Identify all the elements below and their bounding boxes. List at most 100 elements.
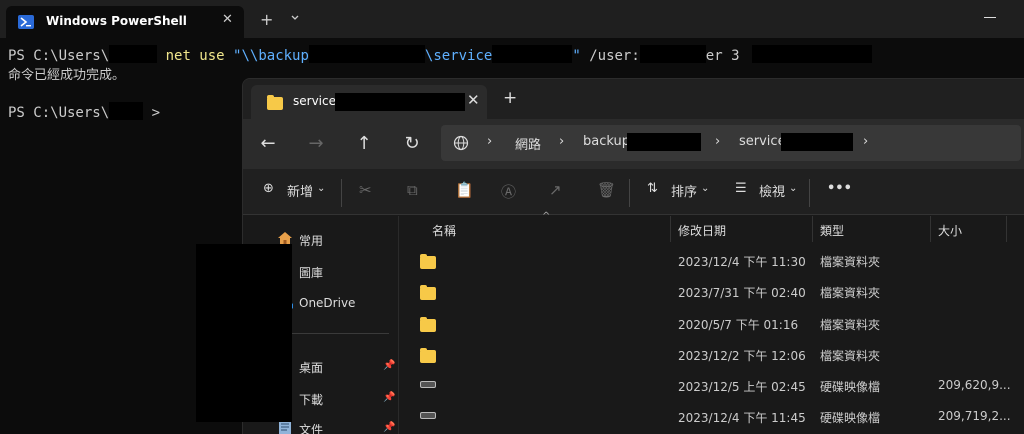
chevron-down-icon[interactable] [290,13,300,23]
pin-icon[interactable]: 📌 [383,392,395,403]
sidebar-label: 下載 [299,393,324,407]
path-string: " [572,48,581,64]
command-bar: ⊕ 新增 ⌄ ✂ ⧉ 📋 Ⓐ ↗ 🗑 ⇅ 排序 ⌄ ☰ 檢視 ⌄ ••• [243,169,1024,215]
redacted [627,133,701,151]
new-tab-button[interactable]: + [260,10,273,29]
view-icon[interactable]: ☰ [735,181,747,196]
redacted [751,45,872,63]
redacted [308,45,425,63]
folder-icon [267,95,283,110]
disk-image-icon [420,381,436,388]
share-icon[interactable]: ↗ [549,181,562,199]
breadcrumb-backup[interactable]: backup [583,134,630,149]
folder-icon [420,254,436,269]
pin-icon[interactable]: 📌 [383,360,395,371]
forward-arrow-icon[interactable]: → [301,129,331,159]
prompt: PS C:\Users\ [8,105,110,121]
prompt-end: > [151,105,161,121]
column-divider[interactable] [670,216,671,242]
sidebar-label: OneDrive [299,296,356,310]
table-row[interactable]: 2023/12/2 下午 12:06 檔案資料夾 [400,339,1024,370]
cell-date: 2023/7/31 下午 02:40 [678,286,806,300]
cell-type: 硬碟映像檔 [820,380,881,394]
close-icon[interactable]: ✕ [222,12,233,27]
sort-button[interactable]: 排序 [671,181,697,200]
divider [629,179,630,207]
redacted [492,45,573,63]
redacted [109,45,158,63]
document-icon [279,420,291,434]
sidebar-label: 文件 [299,423,324,434]
new-tab-button[interactable]: + [503,88,517,108]
chevron-down-icon[interactable]: ⌄ [317,183,325,194]
explorer-tabstrip: service- ✕ + [243,79,1024,119]
column-header-name[interactable]: 名稱 [432,222,456,239]
cell-date: 2023/12/2 下午 12:06 [678,349,806,363]
chevron-right-icon: › [715,134,721,149]
cell-date: 2023/12/5 上午 02:45 [678,380,806,394]
cell-type: 檔案資料夾 [820,255,881,269]
cell-date: 2023/12/4 下午 11:45 [678,411,806,425]
navigation-bar: ← → ↑ ↻ › 網路 › backup › service › [243,119,1024,169]
view-button[interactable]: 檢視 [759,181,785,200]
terminal-line-2: 命令已經成功完成。 [8,65,125,86]
redacted [335,93,465,111]
cell-size: 209,719,2... [938,409,1011,423]
column-header-date[interactable]: 修改日期 [678,222,726,239]
address-bar[interactable]: › 網路 › backup › service › [441,125,1021,161]
back-arrow-icon[interactable]: ← [253,129,283,159]
folder-icon [420,285,436,300]
sidebar-label: 常用 [299,234,324,248]
column-header-size[interactable]: 大小 [938,222,962,239]
cell-type: 檔案資料夾 [820,349,881,363]
add-circle-icon[interactable]: ⊕ [263,181,274,196]
copy-icon[interactable]: ⧉ [407,181,418,199]
sort-icon[interactable]: ⇅ [647,181,658,196]
table-row[interactable]: 2023/7/31 下午 02:40 檔案資料夾 [400,276,1024,307]
explorer-tab[interactable]: service- ✕ [251,85,487,119]
cell-date: 2023/12/4 下午 11:30 [678,255,806,269]
sidebar-label: 圖庫 [299,266,324,280]
pin-icon[interactable]: 📌 [383,422,395,433]
cut-icon[interactable]: ✂ [359,181,372,199]
terminal-line-3: PS C:\Users\ > [8,102,160,123]
redacted [109,102,144,120]
minimize-button[interactable] [984,17,996,18]
cell-type: 檔案資料夾 [820,318,881,332]
table-row[interactable]: 2023/12/4 下午 11:45 硬碟映像檔 209,719,2... [400,401,1024,432]
redacted [639,45,706,63]
path-string: "\\backup [233,48,309,64]
chevron-down-icon[interactable]: ⌄ [789,183,797,194]
breadcrumb-network[interactable]: 網路 [515,134,541,153]
table-row[interactable]: 2020/5/7 下午 01:16 檔案資料夾 [400,308,1024,339]
refresh-icon[interactable]: ↻ [397,129,427,159]
file-explorer-window: service- ✕ + ← → ↑ ↻ › 網路 › backup › ser… [242,78,1024,434]
cell-size: 209,620,9... [938,378,1011,392]
paste-icon[interactable]: 📋 [455,181,474,199]
column-divider[interactable] [812,216,813,242]
rename-icon[interactable]: Ⓐ [501,181,516,202]
close-icon[interactable]: ✕ [467,91,480,109]
table-row[interactable]: 2023/12/4 下午 11:30 檔案資料夾 [400,245,1024,276]
column-header-type[interactable]: 類型 [820,222,844,239]
folder-icon [420,317,436,332]
breadcrumb-service[interactable]: service [739,134,786,149]
cell-type: 檔案資料夾 [820,286,881,300]
chevron-down-icon[interactable]: ⌄ [701,183,709,194]
redacted-file-names [196,244,292,422]
column-divider[interactable] [930,216,931,242]
cell-date: 2020/5/7 下午 01:16 [678,318,799,332]
terminal-tab[interactable]: Windows PowerShell ✕ [6,6,244,38]
up-arrow-icon[interactable]: ↑ [349,129,379,159]
chevron-right-icon: › [863,134,869,149]
chevron-right-icon: › [487,134,493,149]
terminal-tab-title: Windows PowerShell [46,14,187,28]
disk-image-icon [420,412,436,419]
column-divider[interactable] [1006,216,1007,242]
more-options-button[interactable]: ••• [827,181,852,196]
folder-icon [420,348,436,363]
redacted [781,133,853,151]
delete-icon[interactable]: 🗑 [597,181,616,199]
table-row[interactable]: 2023/12/5 上午 02:45 硬碟映像檔 209,620,9... [400,370,1024,401]
new-button[interactable]: 新增 [287,181,313,200]
